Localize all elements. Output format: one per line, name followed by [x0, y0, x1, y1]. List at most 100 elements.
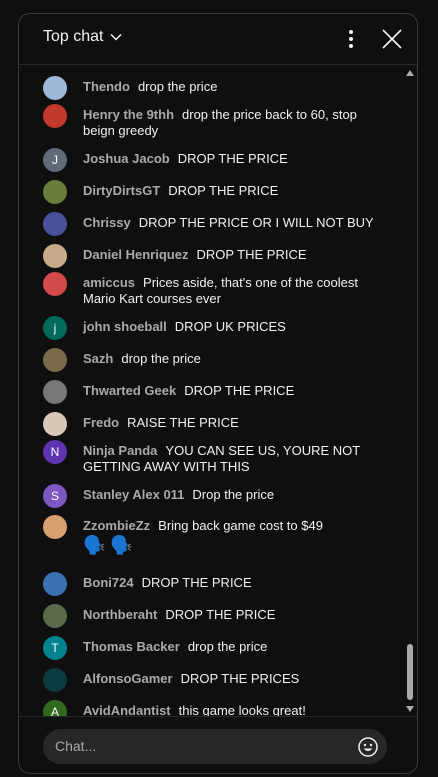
- message-text: DROP THE PRICE: [196, 247, 307, 262]
- scroll-down-arrow-icon[interactable]: [406, 706, 414, 712]
- emoji-button[interactable]: [357, 736, 379, 758]
- chat-message: DirtyDirtsGT DROP THE PRICE: [43, 180, 383, 204]
- avatar[interactable]: [43, 348, 67, 372]
- more-vert-icon: [349, 30, 353, 48]
- message-text: DROP UK PRICES: [174, 319, 286, 334]
- chat-mode-label: Top chat: [43, 28, 104, 45]
- avatar[interactable]: [43, 76, 67, 100]
- message-content: Northberaht DROP THE PRICE: [83, 607, 275, 623]
- avatar[interactable]: [43, 668, 67, 692]
- chat-message: N Ninja Panda YOU CAN SEE US, YOURE NOT G…: [43, 440, 383, 475]
- message-content: amiccus Prices aside, that's one of the c…: [83, 275, 383, 307]
- chat-message: Henry the 9thh drop the price back to 60,…: [43, 104, 383, 139]
- message-content: ZzombieZz Bring back game cost to $49 🗣️ 🗣…: [83, 518, 323, 556]
- author-name[interactable]: john shoeball: [83, 319, 167, 334]
- author-name[interactable]: Ninja Panda: [83, 443, 157, 458]
- message-content: Ninja Panda YOU CAN SEE US, YOURE NOT GET…: [83, 443, 383, 475]
- message-text: DROP THE PRICE: [168, 183, 279, 198]
- chat-message: Boni724 DROP THE PRICE: [43, 572, 383, 596]
- message-content: Thendo drop the price: [83, 79, 217, 95]
- chat-input[interactable]: Chat...: [43, 729, 387, 764]
- message-text: DROP THE PRICE: [184, 383, 295, 398]
- close-chat-button[interactable]: [379, 26, 405, 52]
- avatar[interactable]: S: [43, 484, 67, 508]
- chat-input-area: Chat...: [19, 716, 417, 773]
- avatar[interactable]: [43, 380, 67, 404]
- message-content: Joshua Jacob DROP THE PRICE: [83, 151, 288, 167]
- chat-message: Fredo RAISE THE PRICE: [43, 412, 383, 436]
- avatar[interactable]: [43, 604, 67, 628]
- chat-message: Sazh drop the price: [43, 348, 383, 372]
- message-content: Fredo RAISE THE PRICE: [83, 415, 239, 431]
- author-name[interactable]: Thwarted Geek: [83, 383, 176, 398]
- avatar[interactable]: [43, 180, 67, 204]
- chat-header: Top chat: [19, 14, 417, 65]
- message-text: DROP THE PRICES: [180, 671, 300, 686]
- author-name[interactable]: Thomas Backer: [83, 639, 180, 654]
- chat-message: j john shoeball DROP UK PRICES: [43, 316, 383, 340]
- author-name[interactable]: DirtyDirtsGT: [83, 183, 160, 198]
- avatar[interactable]: [43, 212, 67, 236]
- message-content: Daniel Henriquez DROP THE PRICE: [83, 247, 307, 263]
- scrollbar-thumb[interactable]: [407, 644, 413, 700]
- chat-message: J Joshua Jacob DROP THE PRICE: [43, 148, 383, 172]
- emoji-smile-icon: [358, 737, 378, 757]
- scroll-up-arrow-icon[interactable]: [406, 70, 414, 76]
- message-content: Stanley Alex 011 Drop the price: [83, 487, 274, 503]
- message-text: drop the price: [187, 639, 268, 654]
- message-content: Henry the 9thh drop the price back to 60,…: [83, 107, 383, 139]
- author-name[interactable]: AlfonsoGamer: [83, 671, 173, 686]
- avatar[interactable]: A: [43, 700, 67, 716]
- avatar[interactable]: N: [43, 440, 67, 464]
- emoji-line: 🗣️ 🗣️: [83, 535, 133, 555]
- message-text: DROP THE PRICE OR I WILL NOT BUY: [138, 215, 374, 230]
- message-content: AvidAndantist this game looks great!: [83, 703, 306, 716]
- author-name[interactable]: Fredo: [83, 415, 119, 430]
- author-name[interactable]: Chrissy: [83, 215, 131, 230]
- avatar[interactable]: [43, 412, 67, 436]
- author-name[interactable]: Daniel Henriquez: [83, 247, 188, 262]
- chat-message: amiccus Prices aside, that's one of the c…: [43, 272, 383, 307]
- author-name[interactable]: amiccus: [83, 275, 135, 290]
- avatar[interactable]: [43, 244, 67, 268]
- chat-message: Thwarted Geek DROP THE PRICE: [43, 380, 383, 404]
- author-name[interactable]: Boni724: [83, 575, 134, 590]
- message-text: RAISE THE PRICE: [127, 415, 239, 430]
- avatar[interactable]: j: [43, 316, 67, 340]
- chat-message: A AvidAndantist this game looks great!: [43, 700, 383, 716]
- message-content: Chrissy DROP THE PRICE OR I WILL NOT BUY: [83, 215, 374, 231]
- avatar[interactable]: [43, 272, 67, 296]
- chat-message: Daniel Henriquez DROP THE PRICE: [43, 244, 383, 268]
- more-options-button[interactable]: [341, 27, 361, 51]
- avatar[interactable]: T: [43, 636, 67, 660]
- avatar[interactable]: [43, 104, 67, 128]
- message-text: drop the price: [137, 79, 218, 94]
- chat-scrollbar[interactable]: [403, 66, 417, 718]
- avatar[interactable]: J: [43, 148, 67, 172]
- author-name[interactable]: Sazh: [83, 351, 113, 366]
- author-name[interactable]: Thendo: [83, 79, 130, 94]
- author-name[interactable]: Stanley Alex 011: [83, 487, 184, 502]
- message-content: Sazh drop the price: [83, 351, 201, 367]
- live-chat-panel: Top chat Thendo drop the price Henry the…: [18, 13, 418, 774]
- author-name[interactable]: Henry the 9thh: [83, 107, 174, 122]
- message-text: DROP THE PRICE: [177, 151, 288, 166]
- chat-message: ZzombieZz Bring back game cost to $49 🗣️ 🗣…: [43, 515, 383, 556]
- chat-message-list[interactable]: Thendo drop the price Henry the 9thh drop …: [19, 64, 417, 716]
- message-content: DirtyDirtsGT DROP THE PRICE: [83, 183, 278, 199]
- author-name[interactable]: Joshua Jacob: [83, 151, 170, 166]
- chat-message: AlfonsoGamer DROP THE PRICES: [43, 668, 383, 692]
- author-name[interactable]: AvidAndantist: [83, 703, 171, 716]
- top-chat-dropdown[interactable]: Top chat: [43, 28, 123, 46]
- message-text: drop the price: [121, 351, 201, 366]
- message-content: Thwarted Geek DROP THE PRICE: [83, 383, 294, 399]
- author-name[interactable]: Northberaht: [83, 607, 157, 622]
- avatar[interactable]: [43, 515, 67, 539]
- chat-message: S Stanley Alex 011 Drop the price: [43, 484, 383, 508]
- author-name[interactable]: ZzombieZz: [83, 518, 150, 533]
- avatar[interactable]: [43, 572, 67, 596]
- chevron-down-icon: [109, 30, 123, 44]
- message-text: this game looks great!: [178, 703, 306, 716]
- message-text: Drop the price: [192, 487, 275, 502]
- message-content: AlfonsoGamer DROP THE PRICES: [83, 671, 299, 687]
